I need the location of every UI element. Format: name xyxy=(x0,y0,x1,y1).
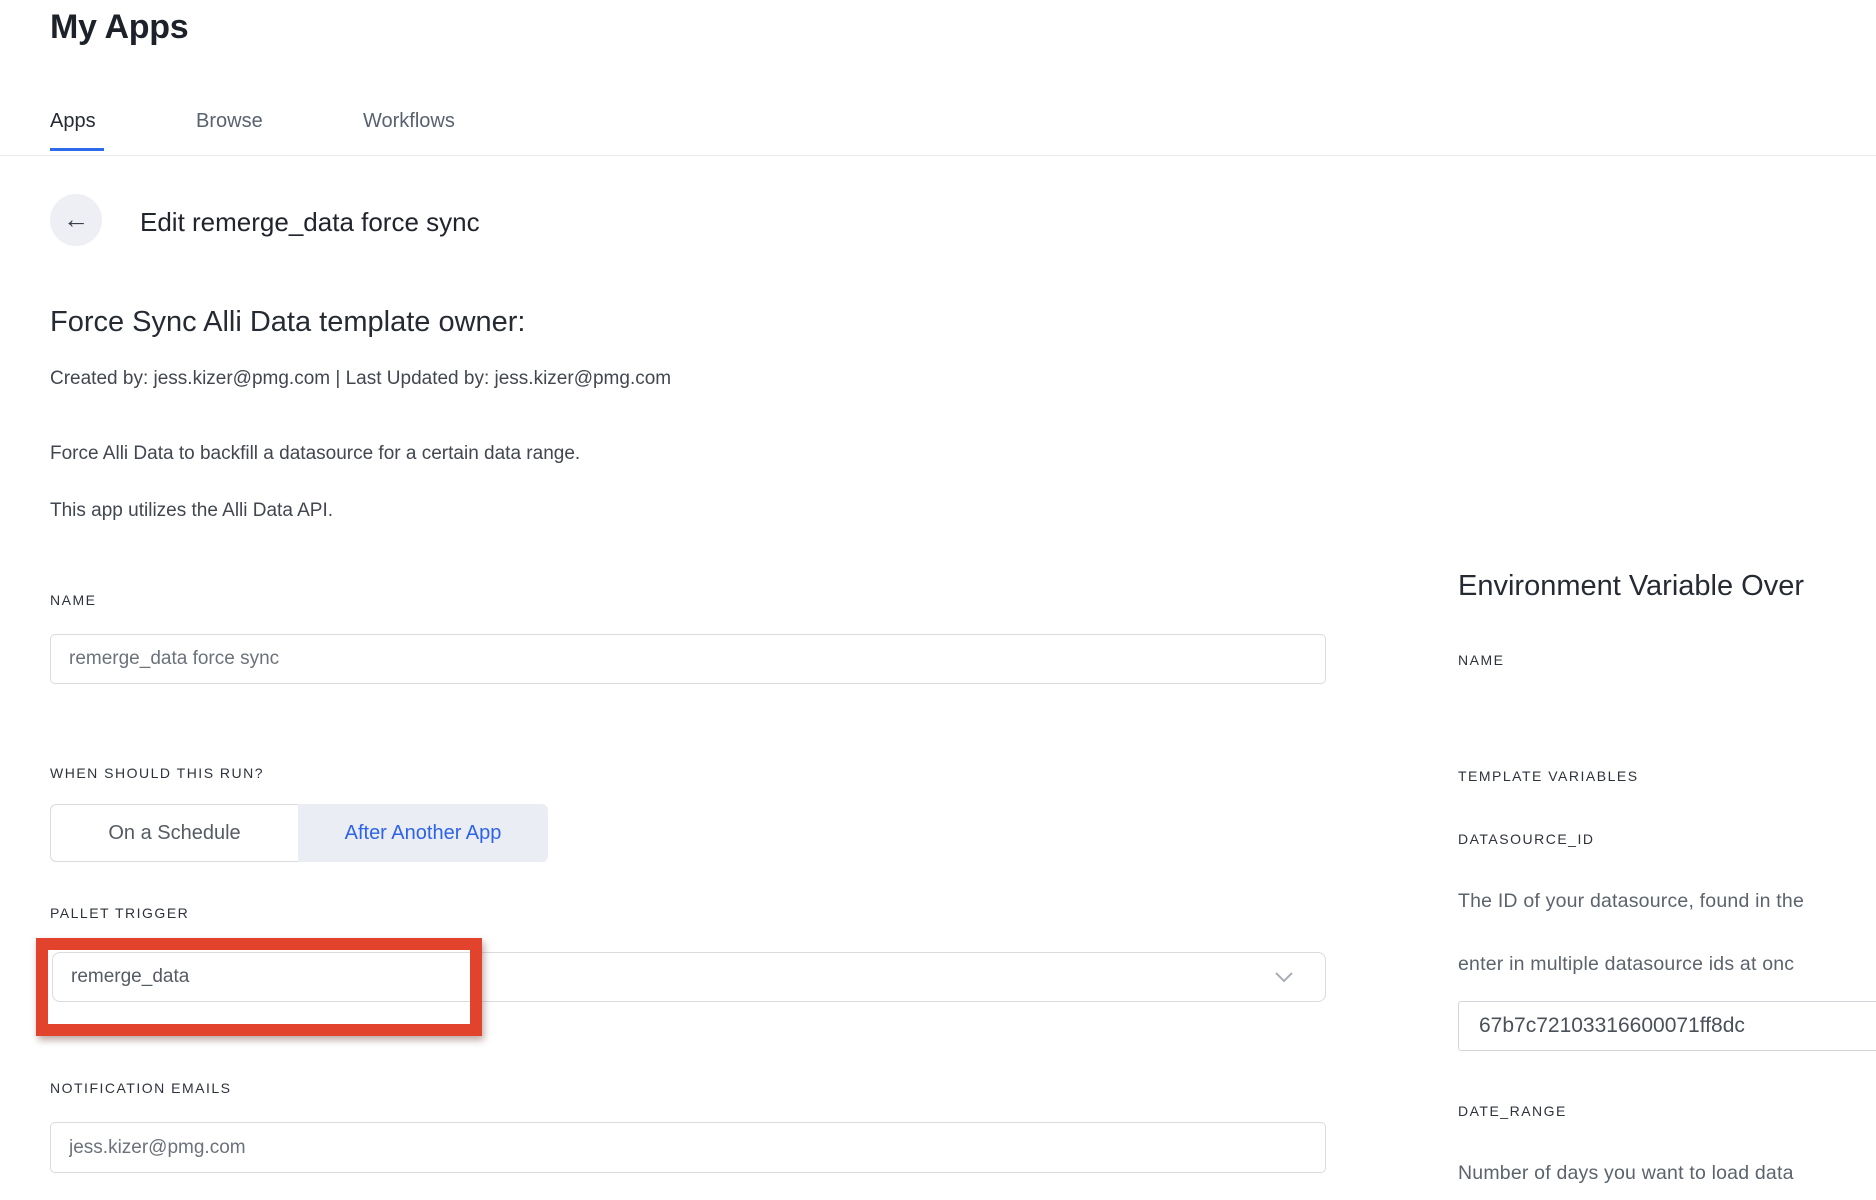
datasource-id-input[interactable] xyxy=(1458,1001,1876,1051)
created-updated-byline: Created by: jess.kizer@pmg.com | Last Up… xyxy=(50,368,671,390)
chevron-down-icon xyxy=(1275,972,1293,983)
app-description-line-1: Force Alli Data to backfill a datasource… xyxy=(50,443,580,465)
datasource-id-description-line-1: The ID of your datasource, found in the xyxy=(1458,890,1804,913)
env-variable-overrides-heading: Environment Variable Over xyxy=(1458,570,1804,603)
template-owner-heading: Force Sync Alli Data template owner: xyxy=(50,306,525,339)
back-button[interactable]: ← xyxy=(50,194,102,246)
run-mode-segmented-control: On a Schedule After Another App xyxy=(50,804,548,862)
pallet-trigger-label: PALLET TRIGGER xyxy=(50,905,189,921)
date-range-label: DATE_RANGE xyxy=(1458,1103,1567,1119)
tab-browse[interactable]: Browse xyxy=(196,110,263,133)
name-field-label: NAME xyxy=(50,592,96,608)
run-mode-label: WHEN SHOULD THIS RUN? xyxy=(50,765,264,781)
notification-emails-input[interactable] xyxy=(50,1122,1326,1173)
env-name-label: NAME xyxy=(1458,652,1504,668)
date-range-description-line-1: Number of days you want to load data xyxy=(1458,1162,1794,1185)
pallet-trigger-selected-value: remerge_data xyxy=(71,966,1275,988)
app-name-input[interactable] xyxy=(50,634,1326,684)
tab-apps[interactable]: Apps xyxy=(50,110,96,133)
run-mode-option-schedule[interactable]: On a Schedule xyxy=(50,804,298,862)
tab-workflows[interactable]: Workflows xyxy=(363,110,455,133)
page-title: My Apps xyxy=(50,8,188,47)
tabs-divider xyxy=(0,155,1876,156)
run-mode-option-after-app[interactable]: After Another App xyxy=(298,804,548,862)
datasource-id-description-line-2: enter in multiple datasource ids at onc xyxy=(1458,953,1794,976)
active-tab-underline xyxy=(50,148,104,151)
pallet-trigger-select[interactable]: remerge_data xyxy=(52,952,1326,1002)
back-arrow-icon: ← xyxy=(63,206,89,232)
edit-app-title: Edit remerge_data force sync xyxy=(140,207,480,238)
my-apps-page: My Apps Apps Browse Workflows ← Edit rem… xyxy=(0,0,1876,1200)
template-variables-label: TEMPLATE VARIABLES xyxy=(1458,768,1639,784)
notification-emails-label: NOTIFICATION EMAILS xyxy=(50,1080,231,1096)
app-description-line-2: This app utilizes the Alli Data API. xyxy=(50,500,333,522)
datasource-id-label: DATASOURCE_ID xyxy=(1458,831,1594,847)
